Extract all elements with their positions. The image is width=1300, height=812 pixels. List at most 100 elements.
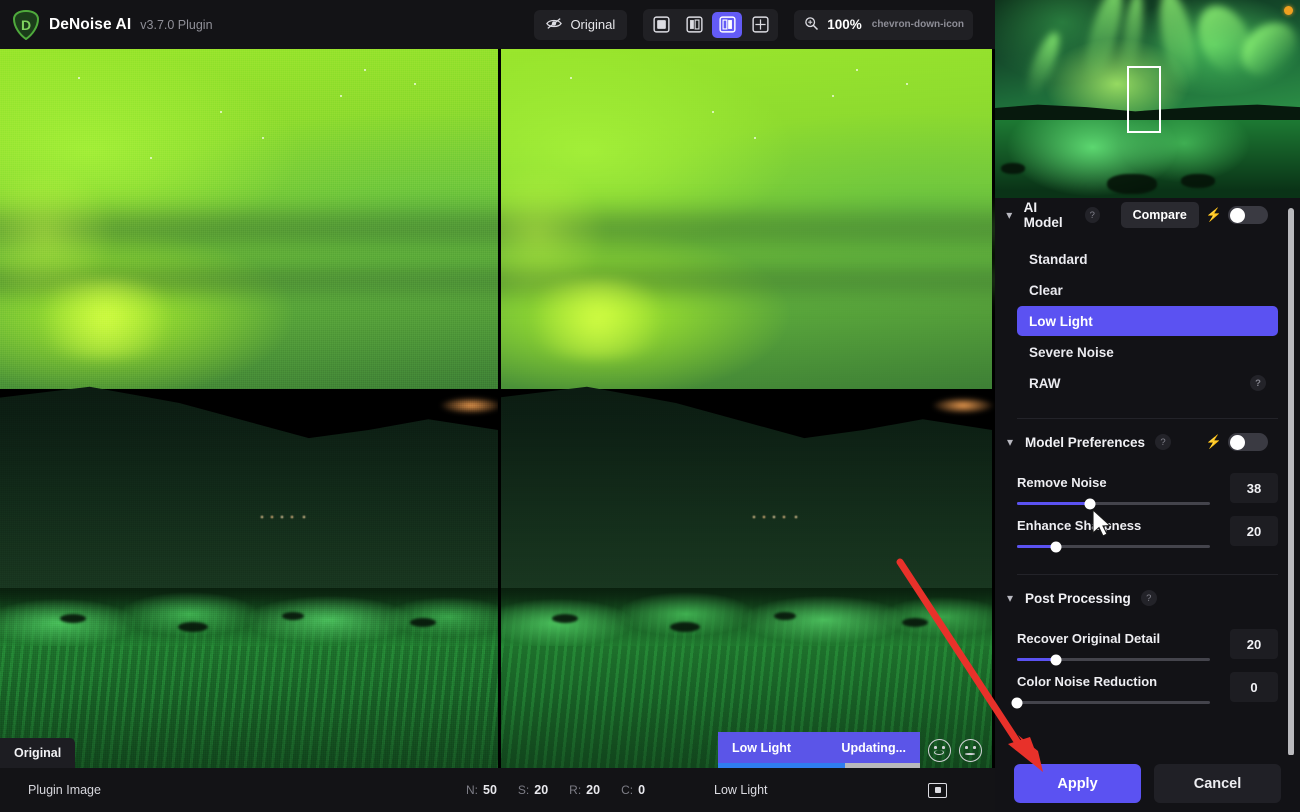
slider-enhance-sharpness-value[interactable]: 20 <box>1230 516 1278 546</box>
slider-color-noise-reduction-value[interactable]: 0 <box>1230 672 1278 702</box>
help-icon-model-preferences[interactable]: ? <box>1155 434 1171 450</box>
toast-model-label: Low Light <box>732 741 791 755</box>
section-ai-model-header[interactable]: ▾ AI Model ? Compare ⚡ <box>995 198 1300 232</box>
zoom-control[interactable]: 100% chevron-down-icon <box>794 10 973 40</box>
slider-enhance-sharpness-label: Enhance Sharpness <box>1017 516 1230 533</box>
navigator-viewport-rect[interactable] <box>1127 66 1161 133</box>
view-mode-single[interactable] <box>646 12 676 38</box>
slider-remove-noise-track[interactable] <box>1017 502 1210 505</box>
model-option-standard[interactable]: Standard <box>1017 244 1278 274</box>
slider-enhance-sharpness-track[interactable] <box>1017 545 1210 548</box>
panel-actions: Apply Cancel <box>995 755 1300 812</box>
settings-panel: ▾ AI Model ? Compare ⚡ Standard Clear Lo… <box>995 0 1300 812</box>
slider-recover-original-detail-track[interactable] <box>1017 658 1210 661</box>
compare-button[interactable]: Compare <box>1121 202 1199 228</box>
metric-recover: R: 20 <box>569 783 600 797</box>
eye-slash-icon <box>546 17 562 33</box>
toolbar-controls: Original <box>534 0 995 49</box>
image-canvas[interactable]: Original <box>0 49 995 768</box>
slider-remove-noise: Remove Noise 38 <box>995 473 1300 505</box>
magnifier-icon <box>804 16 819 34</box>
svg-text:D: D <box>21 17 31 33</box>
original-label-badge: Original <box>0 738 75 768</box>
help-icon-raw[interactable]: ? <box>1250 375 1266 391</box>
section-ai-model-title: AI Model <box>1024 200 1075 230</box>
metric-recover-value: 20 <box>586 783 600 797</box>
model-option-clear[interactable]: Clear <box>1017 275 1278 305</box>
ai-model-auto-toggle[interactable] <box>1228 206 1268 224</box>
metric-recover-key: R: <box>569 783 581 797</box>
chevron-down-icon[interactable]: ▾ <box>1002 207 1017 223</box>
app-version: v3.7.0 Plugin <box>140 18 212 32</box>
app-name: DeNoise AI <box>49 16 131 34</box>
section-divider <box>1017 418 1278 419</box>
slider-recover-original-detail-value[interactable]: 20 <box>1230 629 1278 659</box>
model-option-severe-noise[interactable]: Severe Noise <box>1017 337 1278 367</box>
metric-color-key: C: <box>621 783 633 797</box>
toast-status-label: Updating... <box>841 741 906 755</box>
section-model-preferences-title: Model Preferences <box>1025 435 1145 450</box>
slider-color-noise-reduction: Color Noise Reduction 0 <box>995 672 1300 704</box>
view-mode-side-by-side[interactable] <box>712 12 742 38</box>
smiley-face-icon[interactable] <box>928 739 951 762</box>
section-model-preferences-header[interactable]: ▾ Model Preferences ? ⚡ <box>995 425 1300 459</box>
app-brand: D DeNoise AI v3.7.0 Plugin <box>0 10 213 40</box>
apply-button[interactable]: Apply <box>1014 764 1141 803</box>
preview-toggle-icon[interactable] <box>928 783 947 798</box>
canvas-pane-original[interactable]: Original <box>0 49 498 768</box>
model-option-label: Low Light <box>1029 314 1093 329</box>
progress-bar <box>718 763 920 768</box>
chevron-down-icon[interactable]: chevron-down-icon <box>872 19 964 30</box>
section-post-processing-title: Post Processing <box>1025 591 1131 606</box>
feedback-buttons <box>928 739 982 762</box>
section-divider <box>1017 574 1278 575</box>
original-toggle-button[interactable]: Original <box>534 10 627 40</box>
processing-toast: Low Light Updating... <box>718 732 920 768</box>
help-icon-ai-model[interactable]: ? <box>1085 207 1100 223</box>
status-indicator-dot <box>1284 6 1293 15</box>
slider-enhance-sharpness: Enhance Sharpness 20 <box>995 516 1300 548</box>
model-preferences-auto-toggle[interactable] <box>1228 433 1268 451</box>
denoise-ai-window: D DeNoise AI v3.7.0 Plugin Original <box>0 0 1300 812</box>
model-option-raw[interactable]: RAW ? <box>1017 368 1278 398</box>
metric-sharpness: S: 20 <box>518 783 548 797</box>
pane-divider[interactable] <box>498 49 501 768</box>
app-logo-icon: D <box>12 10 40 40</box>
model-option-label: Standard <box>1029 252 1088 267</box>
slider-remove-noise-value[interactable]: 38 <box>1230 473 1278 503</box>
original-toggle-label: Original <box>570 17 615 32</box>
metric-sharpness-key: S: <box>518 783 529 797</box>
view-mode-split[interactable] <box>679 12 709 38</box>
section-post-processing-header[interactable]: ▾ Post Processing ? <box>995 581 1300 615</box>
lightning-bolt-icon: ⚡ <box>1206 434 1222 450</box>
status-model-label: Low Light <box>714 783 768 797</box>
panel-scrollbar[interactable] <box>1288 208 1294 756</box>
slider-color-noise-reduction-label: Color Noise Reduction <box>1017 672 1230 689</box>
chevron-down-icon[interactable]: ▾ <box>1002 434 1018 450</box>
panel-scroll-area[interactable]: ▾ AI Model ? Compare ⚡ Standard Clear Lo… <box>995 198 1300 753</box>
help-icon-post-processing[interactable]: ? <box>1141 590 1157 606</box>
lightning-bolt-icon: ⚡ <box>1206 207 1222 223</box>
view-mode-quad[interactable] <box>745 12 775 38</box>
metric-color: C: 0 <box>621 783 645 797</box>
model-option-label: RAW <box>1029 376 1061 391</box>
model-option-low-light[interactable]: Low Light <box>1017 306 1278 336</box>
cancel-button[interactable]: Cancel <box>1154 764 1281 803</box>
chevron-down-icon[interactable]: ▾ <box>1002 590 1018 606</box>
top-toolbar: D DeNoise AI v3.7.0 Plugin Original <box>0 0 995 49</box>
metric-noise: N: 50 <box>466 783 497 797</box>
slider-color-noise-reduction-track[interactable] <box>1017 701 1210 704</box>
metric-sharpness-value: 20 <box>534 783 548 797</box>
status-bar: Plugin Image N: 50 S: 20 R: 20 C: 0 Low … <box>0 768 995 812</box>
ai-model-list: Standard Clear Low Light Severe Noise RA… <box>995 232 1300 398</box>
canvas-pane-preview[interactable] <box>501 49 995 768</box>
slider-recover-original-detail: Recover Original Detail 20 <box>995 629 1300 661</box>
model-option-label: Clear <box>1029 283 1063 298</box>
slider-recover-original-detail-label: Recover Original Detail <box>1017 629 1230 646</box>
zoom-level-value: 100% <box>827 17 862 32</box>
view-mode-group <box>643 9 778 41</box>
ai-model-auto-toggle-group: ⚡ <box>1206 206 1268 224</box>
metric-color-value: 0 <box>638 783 645 797</box>
neutral-face-icon[interactable] <box>959 739 982 762</box>
image-navigator[interactable] <box>995 0 1300 198</box>
